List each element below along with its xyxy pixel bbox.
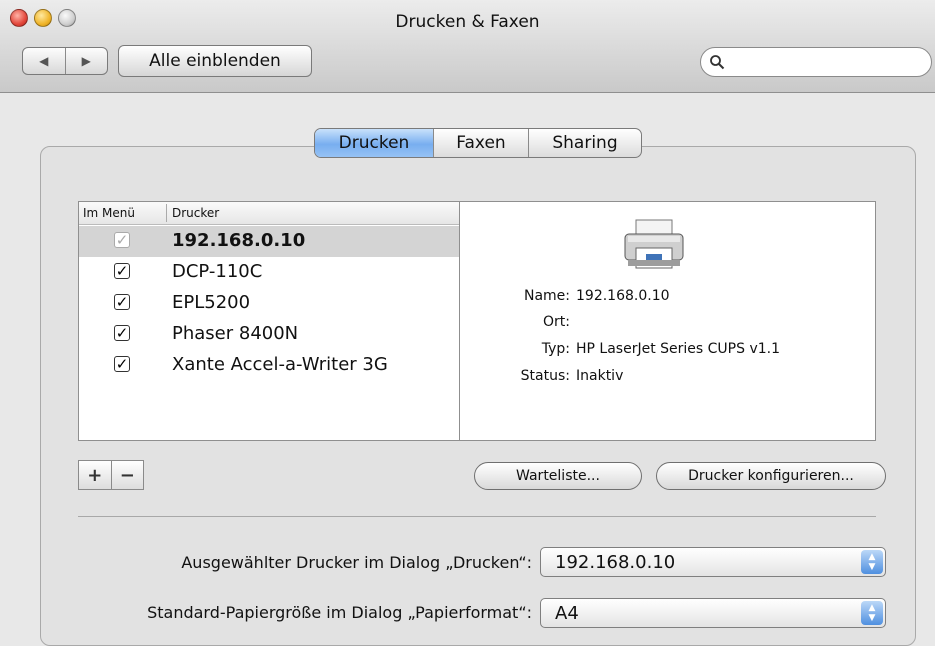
printer-icon [624, 219, 684, 269]
column-header-menu[interactable]: Im Menü [83, 206, 135, 220]
name-value: 192.168.0.10 [576, 288, 670, 304]
tab-bar: Drucken Faxen Sharing [314, 128, 642, 158]
printer-name: Xante Accel-a-Writer 3G [172, 354, 388, 375]
printer-name: Phaser 8400N [172, 323, 299, 344]
printer-name: DCP-110C [172, 261, 263, 282]
forward-arrow-icon[interactable]: ▶ [66, 48, 108, 74]
search-field[interactable] [700, 47, 932, 77]
printer-row[interactable]: ✓ Xante Accel-a-Writer 3G [79, 350, 459, 381]
print-queue-button[interactable]: Warteliste... [474, 462, 642, 490]
printer-row[interactable]: ✓ 192.168.0.10 [79, 226, 459, 257]
selected-printer-value: 192.168.0.10 [555, 552, 676, 573]
in-menu-checkbox[interactable]: ✓ [114, 356, 130, 372]
remove-printer-button[interactable]: − [112, 461, 144, 489]
in-menu-checkbox[interactable]: ✓ [114, 294, 130, 310]
in-menu-checkbox[interactable]: ✓ [114, 263, 130, 279]
printer-row[interactable]: ✓ DCP-110C [79, 257, 459, 288]
printer-list[interactable]: Im Menü Drucker ✓ 192.168.0.10 ✓ DCP-110… [78, 201, 460, 441]
status-label: Status: [520, 368, 570, 384]
nav-arrows: ◀ ▶ [22, 47, 108, 75]
type-value: HP LaserJet Series CUPS v1.1 [576, 341, 780, 357]
location-label: Ort: [543, 314, 570, 330]
name-label: Name: [523, 288, 570, 304]
show-all-button[interactable]: Alle einblenden [118, 45, 312, 77]
column-divider [166, 204, 167, 222]
in-menu-checkbox[interactable]: ✓ [114, 232, 130, 248]
in-menu-checkbox[interactable]: ✓ [114, 325, 130, 341]
printer-name: 192.168.0.10 [172, 230, 306, 251]
paper-size-label: Standard-Papiergröße im Dialog „Papierfo… [147, 603, 532, 622]
column-header-printer[interactable]: Drucker [172, 206, 219, 220]
tab-faxen[interactable]: Faxen [434, 129, 529, 157]
tab-drucken[interactable]: Drucken [315, 129, 434, 157]
section-divider [78, 516, 876, 517]
configure-printer-button[interactable]: Drucker konfigurieren... [656, 462, 886, 490]
printer-row[interactable]: ✓ Phaser 8400N [79, 319, 459, 350]
add-printer-button[interactable]: + [79, 461, 112, 489]
printer-details: Name: 192.168.0.10 Ort: Typ: HP LaserJet… [460, 201, 876, 441]
paper-size-popup[interactable]: A4 ▲ ▼ [540, 598, 886, 628]
paper-size-value: A4 [555, 603, 579, 624]
printer-name: EPL5200 [172, 292, 251, 313]
selected-printer-popup[interactable]: 192.168.0.10 ▲ ▼ [540, 547, 886, 577]
search-icon [710, 55, 725, 70]
status-value: Inaktiv [576, 368, 624, 384]
type-label: Typ: [541, 341, 570, 357]
back-arrow-icon[interactable]: ◀ [23, 48, 66, 74]
printer-row[interactable]: ✓ EPL5200 [79, 288, 459, 319]
selected-printer-label: Ausgewählter Drucker im Dialog „Drucken“… [181, 553, 532, 572]
list-header: Im Menü Drucker [79, 202, 459, 225]
popup-arrows-icon: ▲ ▼ [861, 550, 883, 574]
window-title: Drucken & Faxen [395, 12, 540, 32]
tab-sharing[interactable]: Sharing [529, 129, 641, 157]
popup-arrows-icon: ▲ ▼ [861, 601, 883, 625]
add-remove-buttons: + − [78, 460, 144, 490]
title-bar: Drucken & Faxen ◀ ▶ Alle einblenden [0, 0, 935, 93]
